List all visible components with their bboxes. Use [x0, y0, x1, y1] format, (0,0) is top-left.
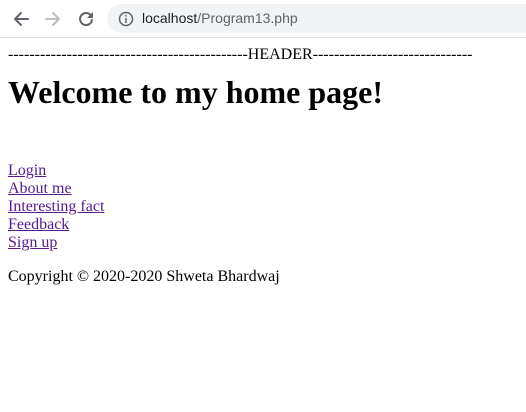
feedback-link[interactable]: Feedback [8, 216, 69, 234]
nav-links: Login About me Interesting fact Feedback… [8, 162, 518, 252]
address-bar[interactable]: localhost/Program13.php [107, 4, 526, 33]
url-path: /Program13.php [197, 10, 298, 26]
forward-button[interactable] [41, 7, 65, 31]
about-me-link[interactable]: About me [8, 180, 72, 198]
sign-up-link[interactable]: Sign up [8, 234, 57, 252]
url-host: localhost [142, 10, 198, 26]
reload-button[interactable] [74, 7, 98, 31]
url-text[interactable]: localhost/Program13.php [142, 10, 298, 27]
arrow-right-icon [45, 12, 60, 26]
info-icon[interactable] [118, 11, 134, 27]
page-content: ----------------------------------------… [8, 38, 518, 286]
header-divider-text: ----------------------------------------… [8, 46, 473, 63]
copyright-text: Copyright © 2020-2020 Shweta Bhardwaj [8, 268, 280, 285]
back-button[interactable] [9, 7, 33, 31]
reload-icon [79, 12, 93, 27]
page-title: Welcome to my home page! [8, 74, 384, 110]
browser-toolbar: localhost/Program13.php [0, 0, 526, 38]
interesting-fact-link[interactable]: Interesting fact [8, 198, 104, 216]
arrow-left-icon [14, 12, 29, 26]
login-link[interactable]: Login [8, 162, 46, 180]
